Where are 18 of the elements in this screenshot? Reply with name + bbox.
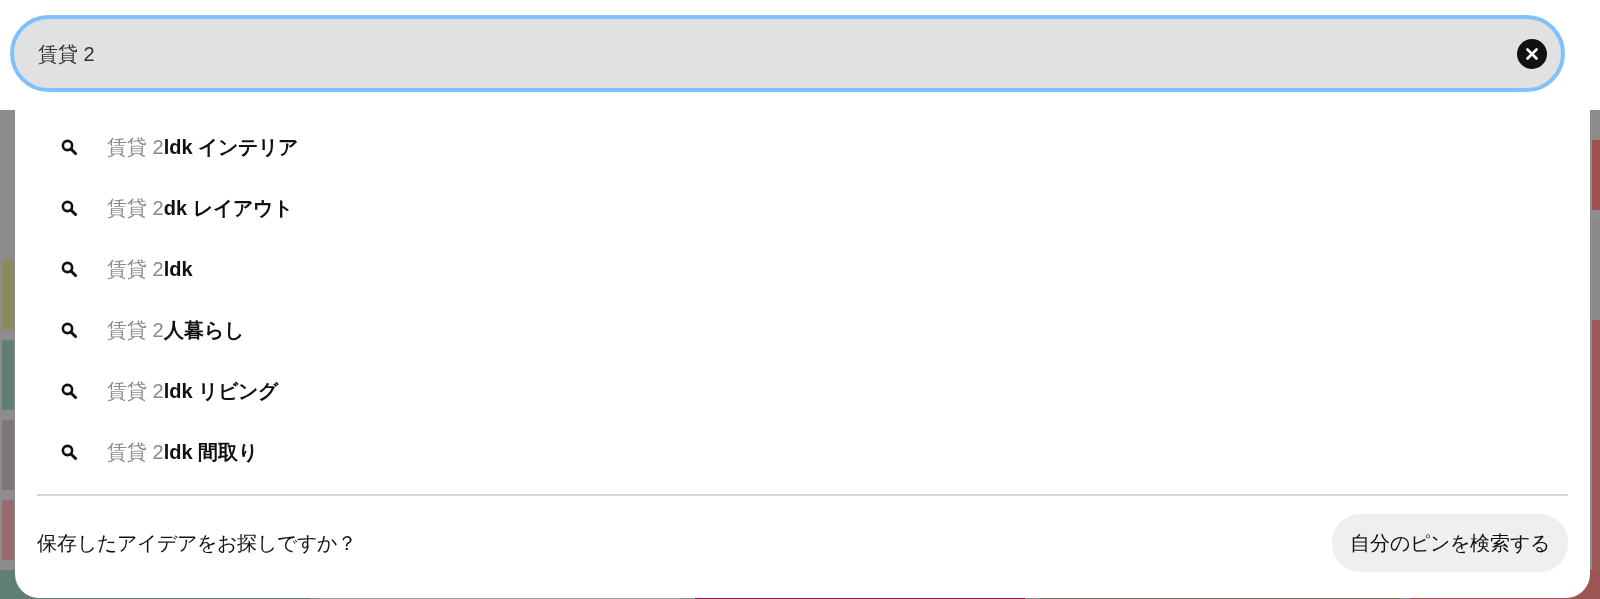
suggestion-item[interactable]: 賃貸 2ldk [107, 253, 193, 284]
search-icon [61, 443, 77, 460]
saved-ideas-prompt: 保存したアイデアをお探しですか？ [37, 531, 357, 556]
suggestion-item[interactable]: 賃貸 2ldk インテリア [107, 131, 299, 162]
search-input-text: 賃貸 2 [38, 41, 96, 67]
search-icon [61, 260, 77, 277]
search-icon [61, 199, 77, 216]
search-icon [61, 382, 77, 399]
clear-button[interactable] [1517, 38, 1547, 69]
suggestion-item[interactable]: 賃貸 2ldk リビング [107, 375, 279, 406]
suggestion-item[interactable]: 賃貸 2人暮らし [107, 314, 244, 345]
close-icon [1526, 47, 1538, 60]
search-my-pins-button[interactable]: 自分のピンを検索する [1332, 514, 1568, 572]
suggestion-item[interactable]: 賃貸 2dk レイアウト [107, 192, 293, 223]
suggestion-item[interactable]: 賃貸 2ldk 間取り [107, 436, 259, 467]
search-field[interactable]: 賃貸 2 [10, 15, 1565, 92]
search-icon [61, 321, 77, 338]
search-icon [61, 138, 77, 155]
